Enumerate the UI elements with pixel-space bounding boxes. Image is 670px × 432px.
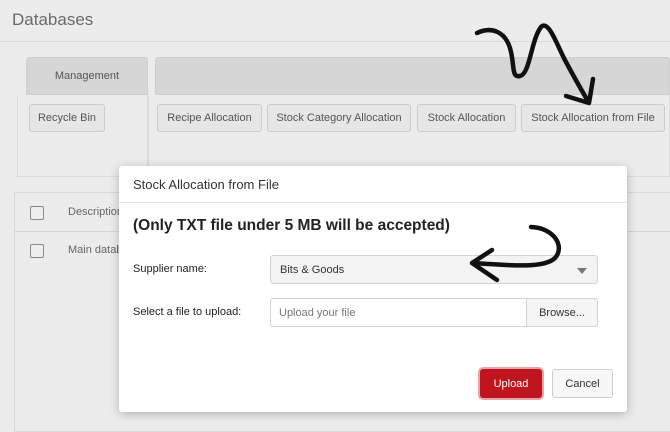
browse-button[interactable]: Browse... xyxy=(526,298,598,327)
row-checkbox[interactable] xyxy=(30,244,44,258)
stock-allocation-from-file-dialog: Stock Allocation from File (Only TXT fil… xyxy=(119,166,627,412)
cancel-button[interactable]: Cancel xyxy=(552,369,613,398)
management-group-header: Management xyxy=(26,57,148,95)
allocation-group-header xyxy=(155,57,670,95)
file-size-notice: (Only TXT file under 5 MB will be accept… xyxy=(133,217,450,234)
file-upload-input[interactable] xyxy=(270,298,527,327)
grid-header-description[interactable]: Description xyxy=(68,206,123,218)
file-upload-label: Select a file to upload: xyxy=(133,306,242,318)
page-title: Databases xyxy=(12,10,94,29)
supplier-name-select[interactable]: Bits & Goods xyxy=(270,255,598,284)
row-description: Main datab xyxy=(68,244,123,256)
supplier-name-label: Supplier name: xyxy=(133,263,207,275)
recycle-bin-button[interactable]: Recycle Bin xyxy=(29,104,105,132)
stock-category-allocation-button[interactable]: Stock Category Allocation xyxy=(267,104,411,132)
supplier-name-value: Bits & Goods xyxy=(280,264,345,276)
select-all-checkbox[interactable] xyxy=(30,206,44,220)
stock-allocation-button[interactable]: Stock Allocation xyxy=(417,104,516,132)
chevron-down-icon xyxy=(577,268,587,274)
recipe-allocation-button[interactable]: Recipe Allocation xyxy=(157,104,262,132)
dialog-title: Stock Allocation from File xyxy=(133,177,279,192)
title-divider xyxy=(0,41,670,42)
upload-button[interactable]: Upload xyxy=(480,369,542,398)
dialog-header: Stock Allocation from File xyxy=(119,166,627,203)
stock-allocation-from-file-button[interactable]: Stock Allocation from File xyxy=(521,104,665,132)
